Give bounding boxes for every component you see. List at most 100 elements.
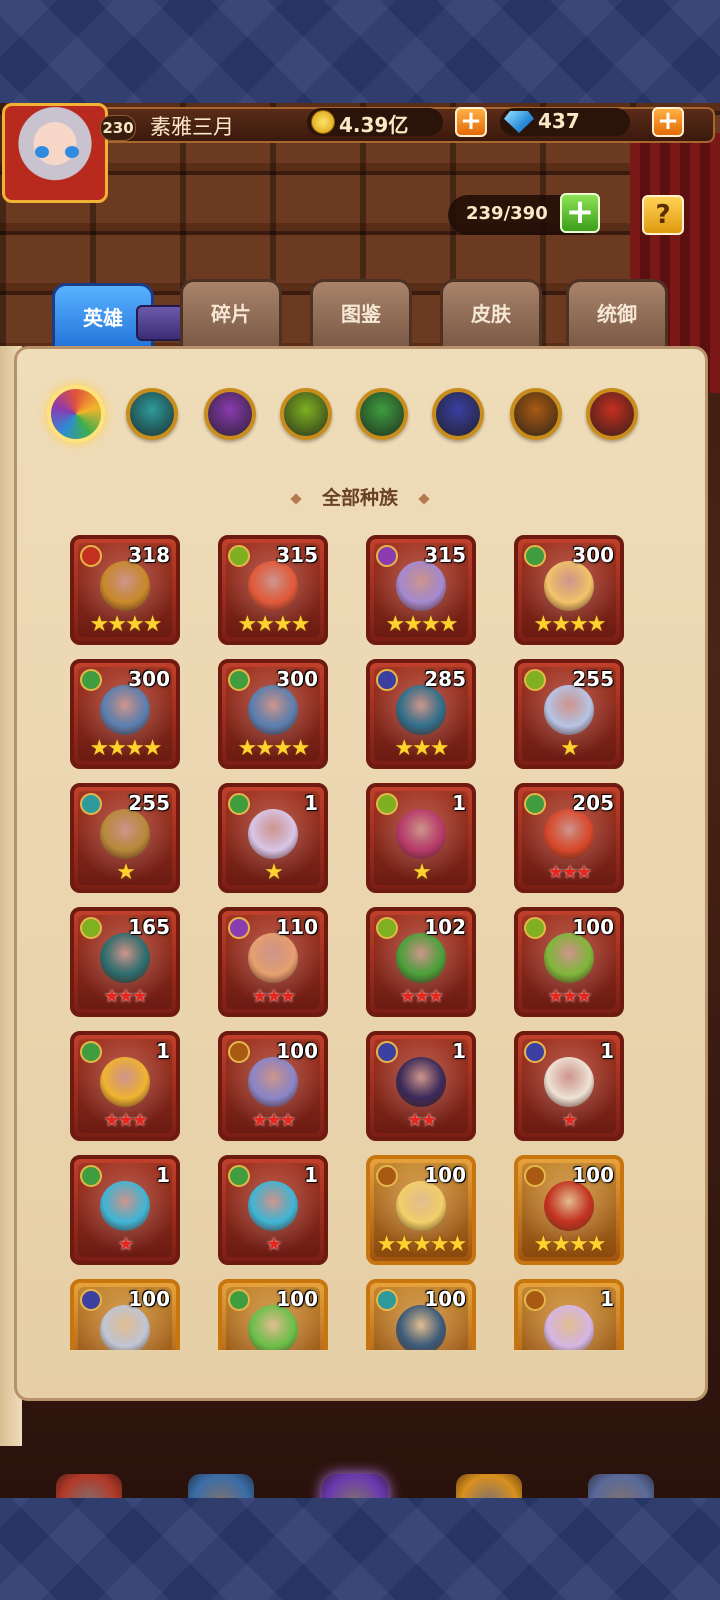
hero-level: 1 [156, 1163, 170, 1187]
hero-stars: ★★★ [103, 986, 148, 1007]
scroll-icon [136, 305, 184, 341]
hero-face [248, 685, 298, 735]
hero-stars: ★ [117, 1234, 134, 1255]
tab-skins[interactable]: 皮肤 [440, 279, 542, 349]
hero-level: 165 [128, 915, 170, 939]
hero-stars: ★★★★ [385, 612, 459, 637]
player-avatar[interactable] [2, 103, 108, 203]
hero-card[interactable]: 100 ★★★ [514, 907, 624, 1017]
hero-card[interactable]: 1 ★★★ [70, 1031, 180, 1141]
help-button[interactable]: ? [642, 195, 684, 235]
race-filter-race-5[interactable] [432, 388, 484, 440]
hero-card[interactable]: 100 [70, 1279, 180, 1350]
hero-card[interactable]: 315 ★★★★ [218, 535, 328, 645]
race-badge-icon [376, 669, 398, 691]
hero-face [544, 685, 594, 735]
hero-card[interactable]: 285 ★★★ [366, 659, 476, 769]
gold-value: 4.39亿 [339, 113, 409, 137]
hero-face [100, 1181, 150, 1231]
hero-stars: ★★★ [103, 1110, 148, 1131]
hero-card[interactable]: 1 [514, 1279, 624, 1350]
race-filter-race-7[interactable] [586, 388, 638, 440]
tab-collection[interactable]: 图鉴 [310, 279, 412, 349]
hero-card[interactable]: 100 ★★★★★ [366, 1155, 476, 1265]
race-badge-icon [80, 545, 102, 567]
nav-item-portal[interactable]: 探险 [300, 1474, 410, 1498]
hero-face [544, 933, 594, 983]
hero-card[interactable]: 100 [366, 1279, 476, 1350]
hero-card[interactable]: 300 ★★★★ [514, 535, 624, 645]
hero-face [248, 1305, 298, 1350]
race-badge-icon [228, 1165, 250, 1187]
hero-card[interactable]: 100 ★★★★ [514, 1155, 624, 1265]
nav-item-castle[interactable]: 主城 [34, 1474, 144, 1498]
race-filter-race-2[interactable] [204, 388, 256, 440]
hero-card[interactable]: 1 ★ [514, 1031, 624, 1141]
hero-level: 1 [304, 791, 318, 815]
diamond-ornament-icon [418, 492, 430, 505]
hero-card[interactable]: 255 ★ [70, 783, 180, 893]
hero-card[interactable]: 102 ★★★ [366, 907, 476, 1017]
hero-card[interactable]: 110 ★★★ [218, 907, 328, 1017]
race-badge-icon [524, 669, 546, 691]
hero-card[interactable]: 300 ★★★★ [70, 659, 180, 769]
hero-level: 100 [572, 915, 614, 939]
race-filter-race-6[interactable] [510, 388, 562, 440]
race-filter-all[interactable] [47, 385, 105, 443]
nav-item-guild[interactable]: 公会 [566, 1474, 676, 1498]
hero-level: 100 [128, 1287, 170, 1311]
hero-stars: ★★★ [394, 736, 449, 761]
race-badge-icon [80, 1289, 102, 1311]
hero-stars: ★ [412, 860, 432, 885]
hero-face [100, 933, 150, 983]
hero-face [100, 1305, 150, 1350]
race-filter-race-4[interactable] [356, 388, 408, 440]
nav-item-backpack[interactable]: 背包 [434, 1474, 544, 1498]
hero-card[interactable]: 255 ★ [514, 659, 624, 769]
hero-card[interactable]: 1 ★★ [366, 1031, 476, 1141]
hero-face [248, 561, 298, 611]
hero-face [396, 1057, 446, 1107]
hero-card[interactable]: 300 ★★★★ [218, 659, 328, 769]
hero-card[interactable]: 1 ★ [366, 783, 476, 893]
hero-card[interactable]: 205 ★★★ [514, 783, 624, 893]
tab-fragments[interactable]: 碎片 [180, 279, 282, 349]
race-filter-race-1[interactable] [126, 388, 178, 440]
hero-face [248, 933, 298, 983]
race-badge-icon [228, 1289, 250, 1311]
hero-card[interactable]: 315 ★★★★ [366, 535, 476, 645]
race-badge-icon [524, 1165, 546, 1187]
hero-stars: ★ [264, 860, 284, 885]
coin-icon [311, 110, 335, 134]
hero-level: 1 [452, 1039, 466, 1063]
tab-command[interactable]: 统御 [566, 279, 668, 349]
race-badge-icon [376, 1165, 398, 1187]
hero-stars: ★★★★ [89, 612, 163, 637]
hero-level: 315 [424, 543, 466, 567]
hero-card[interactable]: 165 ★★★ [70, 907, 180, 1017]
hero-face [248, 1057, 298, 1107]
hero-stars: ★ [561, 1110, 578, 1131]
hero-card[interactable]: 318 ★★★★ [70, 535, 180, 645]
hero-card[interactable]: 1 ★ [218, 783, 328, 893]
race-badge-icon [228, 1041, 250, 1063]
race-badge-icon [80, 669, 102, 691]
section-title-text: 全部种族 [321, 487, 398, 509]
hero-stars: ★ [560, 736, 580, 761]
hero-card[interactable]: 1 ★ [218, 1155, 328, 1265]
add-gems-button[interactable]: + [652, 107, 684, 137]
nav-item-hero[interactable]: 英雄 [166, 1474, 276, 1498]
portal-icon [322, 1474, 388, 1498]
hero-card[interactable]: 1 ★ [70, 1155, 180, 1265]
hero-card[interactable]: 100 [218, 1279, 328, 1350]
hero-level: 1 [600, 1039, 614, 1063]
hero-grid: 318 ★★★★ 315 ★★★★ 315 ★★★★ 300 ★★★★ 300 ★★★★ 300 ★★… [70, 535, 660, 1350]
hero-card[interactable]: 100 ★★★ [218, 1031, 328, 1141]
add-gold-button[interactable]: + [455, 107, 487, 137]
race-badge-icon [524, 1289, 546, 1311]
expand-capacity-button[interactable]: + [560, 193, 600, 233]
hero-level: 255 [128, 791, 170, 815]
hero-stars: ★★★ [547, 862, 592, 883]
race-filter-race-3[interactable] [280, 388, 332, 440]
diamond-icon [504, 111, 534, 133]
